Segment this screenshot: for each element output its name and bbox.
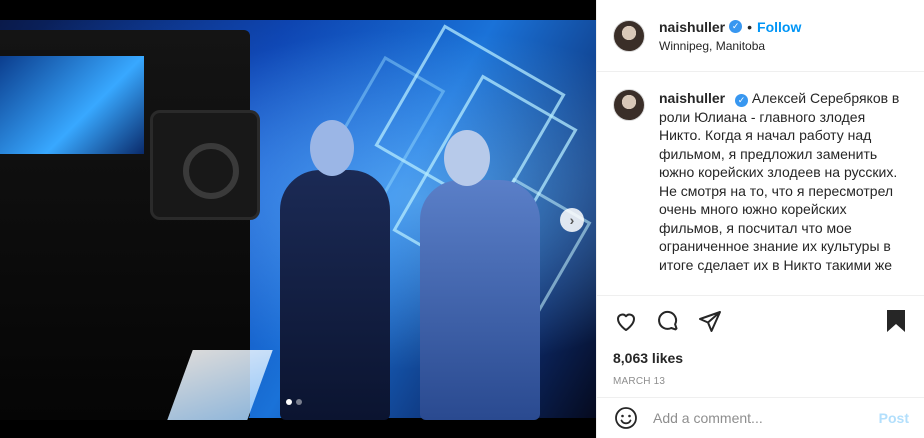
username-link[interactable]: naishuller (659, 19, 725, 35)
comment-input[interactable] (653, 410, 879, 426)
carousel-dot (296, 399, 302, 405)
avatar[interactable] (613, 89, 645, 121)
verified-badge-icon: ✓ (729, 20, 743, 33)
camera-monitor (0, 50, 150, 160)
comment-form: Post (597, 397, 924, 438)
carousel-next-button[interactable]: › (560, 208, 584, 232)
caption: naishuller ✓ Алексей Серебряков в роли Ю… (659, 89, 909, 295)
post-date[interactable]: MARCH 13 (613, 376, 909, 387)
avatar[interactable] (613, 19, 645, 52)
caption-username-link[interactable]: naishuller (659, 90, 725, 106)
person-figure (280, 120, 390, 420)
carousel-indicator (286, 399, 302, 405)
chevron-right-icon: › (569, 212, 575, 228)
carousel-dot (286, 399, 292, 405)
caption-section: naishuller ✓ Алексей Серебряков в роли Ю… (597, 73, 924, 295)
follow-button[interactable]: Follow (757, 19, 801, 35)
bookmark-icon[interactable] (883, 308, 909, 334)
post-header: naishuller ✓ • Follow Winnipeg, Manitoba (597, 0, 924, 72)
location-link[interactable]: Winnipeg, Manitoba (659, 39, 801, 53)
post-photo[interactable] (0, 20, 596, 420)
caption-text: Алексей Серебряков в роли Юлиана - главн… (659, 90, 900, 273)
person-figure (420, 130, 540, 420)
verified-badge-icon: ✓ (735, 93, 749, 107)
separator: • (747, 18, 753, 35)
post-actions: 8,063 likes MARCH 13 (597, 295, 924, 387)
likes-count[interactable]: 8,063 likes (613, 350, 909, 366)
post-comment-button[interactable]: Post (879, 410, 909, 426)
emoji-icon[interactable] (613, 405, 639, 431)
heart-icon[interactable] (613, 308, 639, 334)
camera-lens (150, 110, 260, 220)
post-side-panel: naishuller ✓ • Follow Winnipeg, Manitoba… (596, 0, 924, 438)
post-media[interactable]: › (0, 0, 596, 438)
share-icon[interactable] (697, 308, 723, 334)
comment-icon[interactable] (655, 308, 681, 334)
